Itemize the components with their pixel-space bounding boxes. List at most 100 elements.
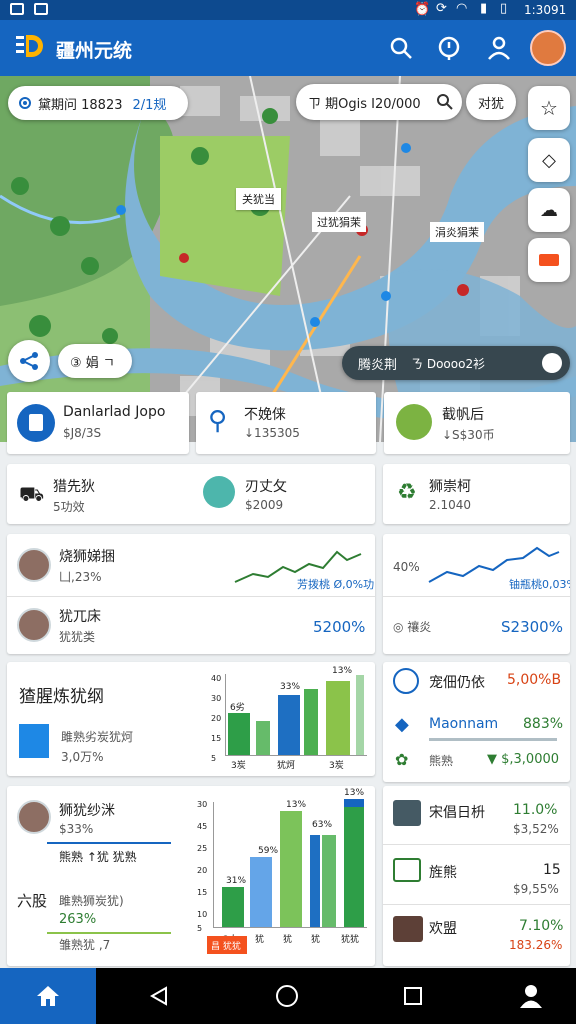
battery-icon: ▯ <box>500 1 508 16</box>
bar-label-1: 6劣 <box>230 703 245 713</box>
recents-icon[interactable] <box>403 986 423 1006</box>
favorite-button[interactable]: ☆ <box>528 86 570 130</box>
summary-card-3-value: ↓S$30币 <box>442 428 495 442</box>
summary-card-3[interactable]: 截帆后 ↓S$30币 <box>384 392 570 454</box>
globe-icon <box>203 476 235 508</box>
wifi-icon: ◠ <box>456 1 468 16</box>
layers-icon: ◇ <box>542 149 556 171</box>
trend-left-bottom-sub: 犹犹类 <box>59 630 96 644</box>
bar-label-3: 13% <box>332 666 353 676</box>
location-pill[interactable]: 黛期问 18823 2/1规 <box>8 86 188 120</box>
bar-label-2: 33% <box>280 682 301 692</box>
bar-card-2-user-sub2: 熊熟 ↑犹 犹熟 <box>59 850 137 864</box>
bar2-x-5: 犹犹 <box>341 935 360 945</box>
stats-card-2c-value: 2.1040 <box>429 498 471 512</box>
status-bar: ⏰ ⟳ ◠ ▮ ▯ 1:3091 <box>0 0 576 20</box>
map-canvas <box>0 76 576 442</box>
metrics-card-2[interactable]: 宋倡日枡 11.0% $3,52% 旌熊 15 $9,55% 欢盟 7.10% … <box>383 786 570 966</box>
share-icon <box>20 352 38 370</box>
share-button[interactable] <box>8 340 50 382</box>
notification-icon[interactable] <box>437 35 461 61</box>
stats-card-2c[interactable]: ♻ 狮崇柯 2.1040 <box>383 464 570 524</box>
bar-5 <box>326 681 350 755</box>
stats-card-2c-title: 狮崇柯 <box>429 479 471 495</box>
account-switch-icon[interactable] <box>486 35 512 61</box>
map-label-2: 过犹狷茉 <box>312 212 366 232</box>
bar2-2 <box>250 857 272 927</box>
route-pill[interactable]: 腾炎荆 ㄋ Doooo2衫 <box>342 346 570 380</box>
bar-card-2-user-sub: $33% <box>59 822 94 836</box>
location-pin-icon: ⚲ <box>208 406 228 436</box>
metrics2-3-sub: 183.26% <box>509 938 563 952</box>
trend-left-top-chart-label: 芳拨桃 Ø,0%功 <box>297 578 375 591</box>
bar-3 <box>278 695 300 755</box>
image-icon <box>34 3 48 15</box>
bar2-x-2: 犹 <box>255 935 265 945</box>
summary-card-2[interactable]: ⚲ 不娩俫 ↓135305 <box>196 392 376 454</box>
media-button[interactable] <box>528 238 570 282</box>
bar-4 <box>304 689 318 755</box>
bar-card-2-sec-sub: 雎熟狮炭犹) <box>59 894 124 908</box>
alarm-icon: ⏰ <box>414 2 431 17</box>
play-icon[interactable] <box>542 353 562 373</box>
bar2-x-4: 犹 <box>311 935 321 945</box>
metrics2-1-title: 宋倡日枡 <box>429 805 485 821</box>
trend-left-top-title: 烧狮娣捆 <box>59 549 115 565</box>
metrics2-3-title: 欢盟 <box>429 921 457 937</box>
home-tab[interactable] <box>0 968 96 1024</box>
profile-avatar[interactable] <box>530 30 566 66</box>
trend-card-left[interactable]: 烧狮娣捆 凵,23% 芳拨桃 Ø,0%功 犹兀床 犹犹类 5200% <box>7 534 375 654</box>
bar2-label-4: 63% <box>312 820 333 830</box>
app-logo-icon <box>16 35 43 57</box>
target-icon <box>19 97 31 109</box>
trend-card-right[interactable]: 40% 铀瓶桃0,03% ◎ 禳炎 S2300% <box>383 534 570 654</box>
circle-home-icon[interactable] <box>275 984 299 1008</box>
filter-pill[interactable]: 对犹 <box>466 84 516 120</box>
metrics-card-1[interactable]: 宠佃仍依 5,00%B ◆ Maonnam 883% ✿ 熊熟 ▼ $,3,00… <box>383 662 570 782</box>
status-time: 1:3091 <box>524 3 567 17</box>
eco-icon: ♻ <box>397 480 417 505</box>
search-icon[interactable] <box>389 36 413 60</box>
stats-card-2a-value: 5功效 <box>53 500 85 514</box>
bar-x-2: 犹炣 <box>277 761 296 771</box>
sec-progress <box>47 932 171 934</box>
back-icon[interactable] <box>148 985 170 1007</box>
metrics-1-value: 5,00%B <box>507 672 562 688</box>
stats-card-2[interactable]: ⛟ 猎先狄 5功效 刃丈攵 $2009 <box>7 464 375 524</box>
route-label: 腾炎荆 <box>358 357 398 373</box>
bar-card-2-tag[interactable]: 昌 犹犹 <box>207 936 247 954</box>
truck-icon: ⛟ <box>19 482 45 506</box>
app-bar: 疆州元统 <box>0 20 576 76</box>
bar-card-1[interactable]: 猹腥炼犹纲 雎熟劣炭犹炣 3,0万% 40 30 20 15 5 6劣 33% … <box>7 662 375 776</box>
cloud-button[interactable]: ☁ <box>528 188 570 232</box>
zoom-label: ③ 娟 ㄱ <box>70 355 115 371</box>
app-title: 疆州元统 <box>56 40 133 62</box>
user-avatar-3 <box>17 800 51 834</box>
summary-card-1[interactable]: Danlarlad Jopo $J8/3S <box>7 392 189 454</box>
trend-right-bottom-label: ◎ 禳炎 <box>393 620 432 634</box>
person-icon[interactable] <box>518 983 544 1009</box>
bar-card-2[interactable]: 狮犹纱洣 $33% 熊熟 ↑犹 犹熟 六股 雎熟狮炭犹) 263% 雏熟犹 ,7… <box>7 786 375 966</box>
zoom-pill[interactable]: ③ 娟 ㄱ <box>58 344 132 378</box>
bar-6 <box>356 675 364 755</box>
map-view[interactable]: 黛期问 18823 2/1规 ㄗ 期Ogis I20/000 对犹 ☆ ◇ ☁ … <box>0 76 576 442</box>
bar2-5 <box>322 835 336 927</box>
monitor-icon <box>393 858 421 882</box>
bar-chart-1: 6劣 33% 13% <box>225 666 367 756</box>
bar2-label-2: 59% <box>258 846 279 856</box>
printer-icon <box>393 800 421 826</box>
bar-card-1-title: 猹腥炼犹纲 <box>19 687 104 707</box>
map-search-icon[interactable] <box>436 93 454 111</box>
metrics2-1-sub: $3,52% <box>513 822 559 836</box>
bar-x-3: 3炭 <box>329 761 344 771</box>
metrics-3-title: 熊熟 <box>429 754 454 768</box>
bar2-6 <box>344 799 364 927</box>
trend-right-bottom-value: S2300% <box>501 618 563 636</box>
metrics2-2-sub: $9,55% <box>513 882 559 896</box>
metrics2-2-value: 15 <box>543 862 561 878</box>
metrics-1-title: 宠佃仍依 <box>429 675 485 691</box>
map-search-pill[interactable]: ㄗ 期Ogis I20/000 <box>296 84 462 120</box>
bar2-label-3: 13% <box>286 800 307 810</box>
metrics-2-progress <box>429 738 557 741</box>
layers-button[interactable]: ◇ <box>528 138 570 182</box>
